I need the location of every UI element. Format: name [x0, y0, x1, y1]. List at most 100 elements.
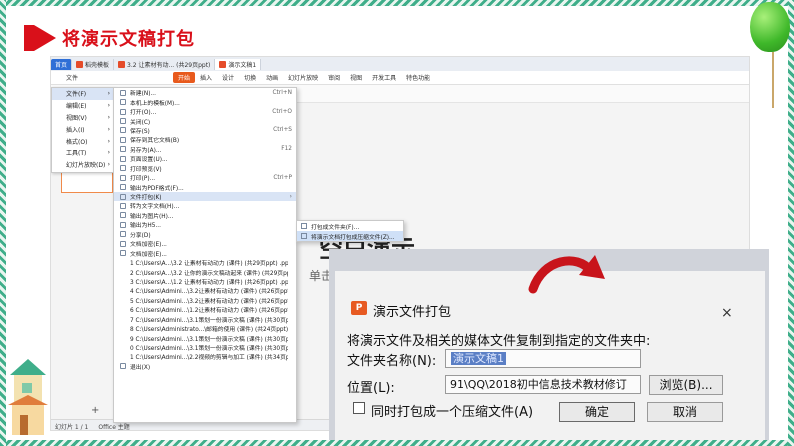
recent-file-item[interactable]: 6 C:\Users\Admini...\1.2让素材有动动力 (课件) (共2… — [114, 305, 296, 314]
menu-item[interactable]: 关闭(C) — [114, 116, 296, 126]
ribbon-tab-view[interactable]: 视图 — [345, 73, 367, 82]
menu-item[interactable]: 文档加密(E)... — [114, 248, 296, 258]
menu-label: 保存(S) — [130, 128, 150, 135]
tab-home[interactable]: 首页 — [51, 58, 73, 70]
recent-file-item[interactable]: 1 C:\Users\Admini...\2.2视频的剪辑与加工 (课件) (共… — [114, 352, 296, 361]
menu-label: 7 C:\Users\Admini...\3.1策划一份演示文稿 (课件) (共… — [130, 317, 288, 324]
menu-item-icon — [120, 108, 126, 115]
ribbon-tab-design[interactable]: 设计 — [217, 73, 239, 82]
close-icon[interactable]: × — [721, 305, 733, 321]
menu-label: 文件(F) — [66, 91, 87, 99]
menu-label: 页面设置(U)... — [130, 157, 168, 164]
menu-item-icon — [120, 193, 126, 200]
cancel-button[interactable]: 取消 — [647, 402, 723, 422]
zip-checkbox-label[interactable]: 同时打包成一个压缩文件(A) — [371, 401, 533, 420]
menu-item[interactable]: 输出为图片(H)... — [114, 211, 296, 220]
tab-bar: 首页 稻壳模板 3.2 让素材有动... (共29页ppt) 演示文稿1 — [51, 57, 749, 71]
recent-file-item[interactable]: 2 C:\Users\A...\3.2 让你的演示文稿动起来 (课件) (共29… — [114, 267, 296, 277]
browse-button[interactable]: 浏览(B)... — [649, 375, 723, 395]
menu-item[interactable]: 本机上的模板(M)... — [114, 97, 296, 107]
ribbon-tab-developer[interactable]: 开发工具 — [367, 73, 401, 82]
menu-item[interactable]: 输出为H5... — [114, 220, 296, 229]
menu-item-package-zip[interactable]: 将演示文档打包成压缩文件(Z)... — [297, 231, 403, 241]
menu-label: 输出为PDF格式(F)... — [130, 185, 184, 192]
menu-label: 转为文字文档(H)... — [130, 204, 180, 211]
top-border-stripe — [0, 0, 794, 6]
submenu-arrow-icon: › — [289, 193, 292, 200]
menu-item-insert[interactable]: 插入(I) › — [52, 123, 114, 135]
recent-file-item[interactable]: 9 C:\Users\Admini...\3.1策划一份演示文稿 (课件) (共… — [114, 333, 296, 343]
menu-item[interactable]: 输出为PDF格式(F)... — [114, 182, 296, 192]
recent-file-item[interactable]: 0 C:\Users\Admini...\3.1策划一份演示文稿 (课件) (共… — [114, 343, 296, 352]
menu-item[interactable]: 分享(D) — [114, 230, 296, 239]
menu-item-icon — [120, 155, 126, 162]
menu-item-icon — [120, 240, 126, 247]
ok-button[interactable]: 确定 — [559, 402, 635, 422]
menu-shortcut: Ctrl+N — [272, 89, 292, 96]
location-field[interactable]: 91\QQ\2018初中信息技术教材修订 — [445, 375, 641, 394]
menu-item-view[interactable]: 视图(V) › — [52, 112, 114, 124]
menu-item-edit[interactable]: 编辑(E) › — [52, 100, 114, 112]
menu-shortcut: Ctrl+P — [273, 174, 292, 181]
menu-label: 打包成文件夹(F)... — [311, 224, 360, 231]
menu-label: 保存到其它文档(B) — [130, 138, 180, 145]
dialog-title: 演示文件打包 — [373, 305, 452, 320]
menu-item-package-folder[interactable]: 打包成文件夹(F)... — [297, 221, 403, 231]
ribbon-tab-slideshow[interactable]: 幻灯片放映 — [283, 73, 323, 82]
menu-item[interactable]: 保存(S) Ctrl+S — [114, 126, 296, 135]
menu-item-icon — [120, 99, 126, 106]
location-label: 位置(L): — [347, 381, 395, 396]
recent-file-item[interactable]: 7 C:\Users\Admini...\3.1策划一份演示文稿 (课件) (共… — [114, 315, 296, 324]
add-slide-icon[interactable]: + — [91, 405, 99, 416]
tab-label: 演示文稿1 — [228, 61, 257, 69]
menu-item-format[interactable]: 格式(O) › — [52, 135, 114, 147]
menu-label: 打印(P)... — [130, 176, 156, 183]
recent-file-item[interactable]: 1 C:\Users\A...\3.2 让素材有动动力 (课件) (共29页pp… — [114, 258, 296, 267]
menu-item[interactable]: 退出(X) — [114, 362, 296, 371]
curved-arrow-icon — [528, 255, 605, 294]
ribbon-tab-review[interactable]: 审阅 — [323, 73, 345, 82]
menu-item-icon — [120, 127, 126, 134]
tab-docer[interactable]: 稻壳模板 — [72, 58, 115, 70]
recent-file-item[interactable]: 5 C:\Users\Admini...\3.2让素材有动动力 (课件) (共2… — [114, 296, 296, 305]
menu-item[interactable]: 文档加密(E)... — [114, 239, 296, 248]
menu-label: 1 C:\Users\Admini...\2.2视频的剪辑与加工 (课件) (共… — [130, 355, 288, 362]
menu-item[interactable]: 文件打包(K) › — [114, 191, 296, 202]
folder-name-label: 文件夹名称(N): — [347, 354, 437, 369]
recent-file-item[interactable]: 8 C:\Users\Administrato...\邮箱的使用 (课件) (共… — [114, 324, 296, 333]
folder-name-value[interactable]: 演示文稿1 — [451, 352, 506, 365]
ribbon-tab-transition[interactable]: 切换 — [239, 73, 261, 82]
menu-label: 9 C:\Users\Admini...\3.1策划一份演示文稿 (课件) (共… — [130, 336, 288, 343]
menu-item-file[interactable]: 文件(F) › — [52, 88, 114, 100]
menu-label: 关闭(C) — [130, 119, 151, 126]
menu-item-tools[interactable]: 工具(T) › — [52, 147, 114, 159]
ribbon-tab-insert[interactable]: 插入 — [195, 73, 217, 82]
wps-logo-icon: P — [351, 301, 367, 315]
menu-label: 格式(O) — [66, 138, 88, 146]
recent-file-item[interactable]: 4 C:\Users\Admini...\3.2让素材有动动力 (课件) (共2… — [114, 286, 296, 295]
menu-label: 另存为(A)... — [130, 147, 162, 154]
ribbon-tab-file[interactable]: 文件 — [61, 73, 83, 82]
menu-item[interactable]: 转为文字文档(H)... — [114, 201, 296, 210]
tab-doc-1[interactable]: 3.2 让素材有动... (共29页ppt) — [114, 58, 216, 70]
folder-icon — [301, 223, 307, 229]
menu-label: 文档加密(E)... — [130, 242, 167, 249]
menu-label: 工具(T) — [66, 150, 87, 158]
menu-item[interactable]: 页面设置(U)... — [114, 154, 296, 163]
menu-item-slideshow[interactable]: 幻灯片放映(D) › — [52, 159, 114, 171]
menu-item[interactable]: 新建(N)... Ctrl+N — [114, 88, 296, 97]
menu-label: 退出(X) — [130, 364, 151, 371]
submenu-arrow-icon: › — [107, 161, 110, 169]
ribbon-tab-animation[interactable]: 动画 — [261, 73, 283, 82]
zip-checkbox[interactable] — [353, 402, 365, 414]
menu-item[interactable]: 另存为(A)... F12 — [114, 145, 296, 154]
menu-item[interactable]: 打印(P)... Ctrl+P — [114, 173, 296, 182]
ribbon-tab-special[interactable]: 特色功能 — [401, 73, 435, 82]
menu-item-icon — [120, 363, 126, 370]
menu-item[interactable]: 打开(O)... Ctrl+O — [114, 107, 296, 116]
menu-item[interactable]: 保存到其它文档(B) — [114, 135, 296, 144]
ribbon-tab-home[interactable]: 开始 — [173, 72, 196, 83]
menu-item[interactable]: 打印预览(V) — [114, 164, 296, 173]
recent-file-item[interactable]: 3 C:\Users\A...\1.2 让素材有动动力 (课件) (共26页pp… — [114, 277, 296, 286]
tab-doc-2[interactable]: 演示文稿1 — [215, 58, 262, 70]
